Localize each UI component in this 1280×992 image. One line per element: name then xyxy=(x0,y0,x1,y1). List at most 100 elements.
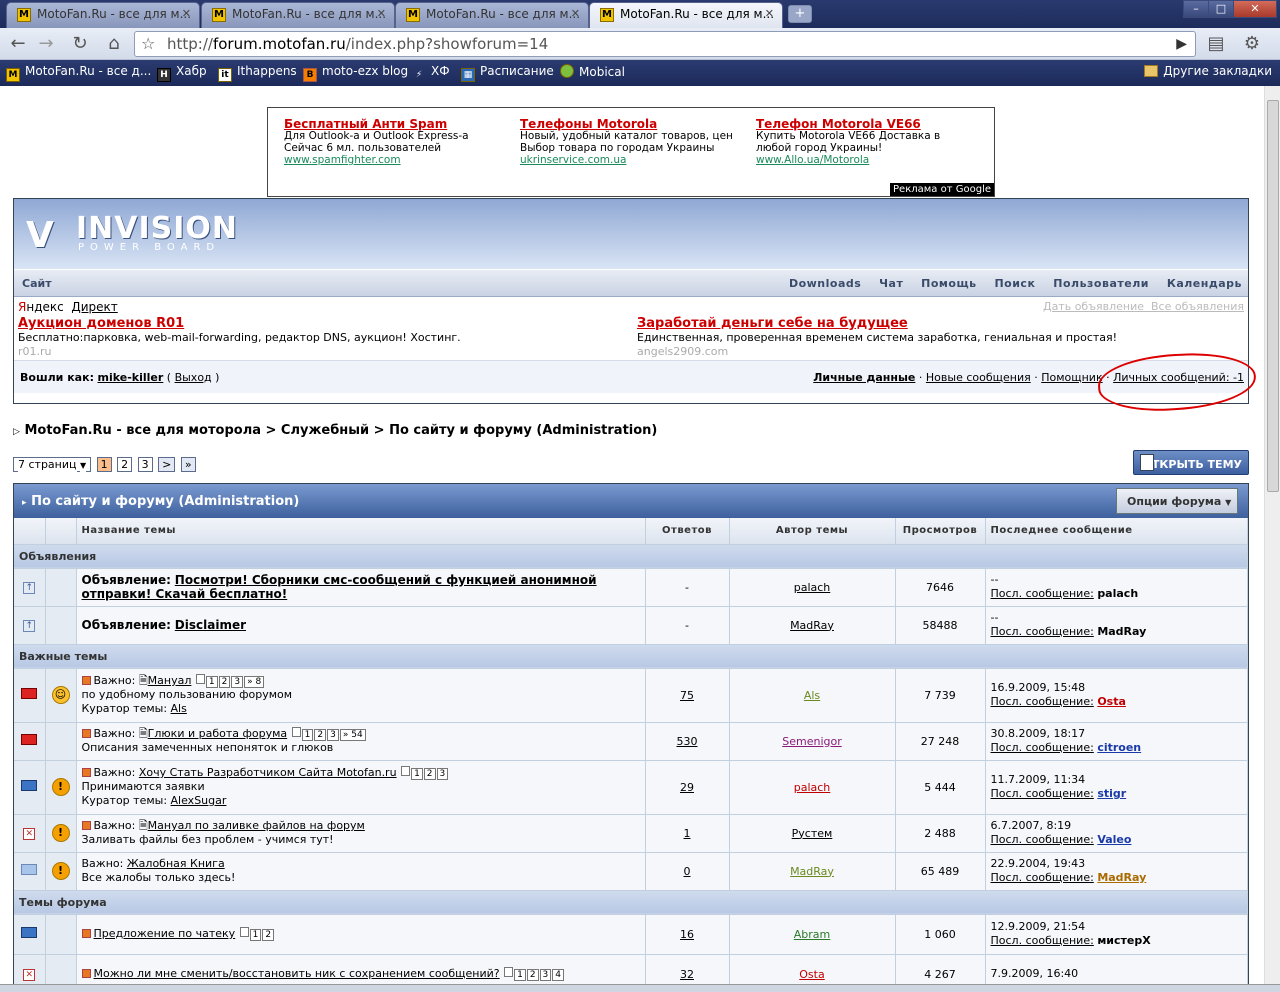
close-tab-icon[interactable]: ✕ xyxy=(571,7,580,20)
minimize-button[interactable]: – xyxy=(1183,0,1209,18)
breadcrumb[interactable]: ▷ MotoFan.Ru - все для моторола > Служеб… xyxy=(13,423,657,438)
browser-tab[interactable]: M MotoFan.Ru - все для м... ✕ xyxy=(395,2,589,28)
author-link[interactable]: MadRay xyxy=(790,619,834,632)
replies-link[interactable]: 75 xyxy=(680,689,694,702)
author-link[interactable]: Semenigor xyxy=(782,735,842,748)
forward-arrow-icon[interactable]: → xyxy=(34,32,58,56)
bookmark-item[interactable]: M MotoFan.Ru - все д... xyxy=(6,64,151,82)
replies-link[interactable]: 32 xyxy=(680,968,694,981)
curator-link[interactable]: Als xyxy=(171,702,187,715)
other-bookmarks[interactable]: Другие закладки xyxy=(1144,64,1272,78)
browser-tab-active[interactable]: M MotoFan.Ru - все для м... ✕ xyxy=(589,2,783,28)
close-window-button[interactable]: ✕ xyxy=(1233,0,1277,18)
page-jump-dropdown[interactable]: 7 страниц ▼ xyxy=(13,457,92,474)
wrench-icon[interactable]: ⚙ xyxy=(1240,32,1264,56)
back-arrow-icon[interactable]: ← xyxy=(6,32,30,56)
page-menu-icon[interactable]: ▤ xyxy=(1204,32,1228,56)
username-link[interactable]: mike-killer xyxy=(97,371,163,384)
topic-link[interactable]: Мануал по заливке файлов на форум xyxy=(148,819,365,832)
browser-tab[interactable]: M MotoFan.Ru - все для м... ✕ xyxy=(201,2,395,28)
col-topic-title[interactable]: Название темы xyxy=(76,518,646,545)
author-link[interactable]: Abram xyxy=(794,928,831,941)
replies-link[interactable]: 16 xyxy=(680,928,694,941)
menu-downloads[interactable]: Downloads xyxy=(789,277,861,290)
browser-tab[interactable]: M MotoFan.Ru - все для м... ✕ xyxy=(6,2,200,28)
close-tab-icon[interactable]: ✕ xyxy=(765,7,774,20)
author-link[interactable]: Osta xyxy=(799,968,824,981)
topic-link[interactable]: Мануал xyxy=(148,674,192,687)
close-tab-icon[interactable]: ✕ xyxy=(377,7,386,20)
reload-icon[interactable]: ↻ xyxy=(68,32,92,56)
yandex-ad-item[interactable]: Аукцион доменов R01 Бесплатно:парковка, … xyxy=(18,317,618,359)
bookmark-item[interactable]: H Хабр xyxy=(157,64,207,82)
curator-link[interactable]: AlexSugar xyxy=(171,794,227,807)
assistant-link[interactable]: Помощник xyxy=(1041,371,1102,384)
author-link[interactable]: Als xyxy=(804,689,820,702)
ad-item[interactable]: Телефон Motorola VE66 Купить Motorola VE… xyxy=(756,118,984,166)
yandex-ad-item[interactable]: Заработай деньги себе на будущее Единств… xyxy=(637,317,1237,359)
page-link[interactable]: 2 xyxy=(117,457,133,472)
last-poster-link[interactable]: Valeo xyxy=(1097,833,1131,846)
give-ad-link[interactable]: Дать объявление xyxy=(1043,300,1144,313)
ad-item[interactable]: Бесплатный Анти Spam Для Outlook-а и Out… xyxy=(284,118,512,166)
last-poster-link[interactable]: Osta xyxy=(1097,695,1126,708)
invision-logo[interactable]: V INVISION POWER BOARD xyxy=(14,199,1248,269)
bookmark-item[interactable]: Bmoto-ezx blog xyxy=(303,64,408,82)
topic-link[interactable]: Жалобная Книга xyxy=(127,857,225,870)
author-link[interactable]: Рустем xyxy=(792,827,833,840)
scrollbar-thumb[interactable] xyxy=(1267,100,1279,492)
page-link[interactable]: 3 xyxy=(137,457,153,472)
ads-by-google-badge[interactable]: Реклама от Google xyxy=(890,183,994,196)
go-arrow-icon[interactable]: ▶ xyxy=(1176,32,1187,56)
last-poster-link[interactable]: citroen xyxy=(1097,741,1141,754)
last-poster-link[interactable]: stigr xyxy=(1097,787,1126,800)
replies-link[interactable]: 530 xyxy=(677,735,698,748)
col-author[interactable]: Автор темы xyxy=(729,518,896,545)
my-controls-link[interactable]: Личные данные xyxy=(813,371,915,384)
address-bar[interactable]: ☆ http://forum.motofan.ru/index.php?show… xyxy=(134,31,1196,57)
replies-link[interactable]: 1 xyxy=(684,827,691,840)
ad-item[interactable]: Телефоны Motorola Новый, удобный каталог… xyxy=(520,118,748,166)
topic-link[interactable]: Disclaimer xyxy=(175,618,246,632)
menu-help[interactable]: Помощь xyxy=(921,277,976,290)
logout-link[interactable]: Выход xyxy=(175,371,212,384)
menu-calendar[interactable]: Календарь xyxy=(1167,277,1242,290)
bookmark-item[interactable]: Mobical xyxy=(560,64,625,79)
new-topic-button[interactable]: ОТКРЫТЬ ТЕМУ xyxy=(1133,450,1249,475)
collapse-arrow-icon[interactable]: ▸ xyxy=(22,498,27,508)
all-ads-link[interactable]: Все объявления xyxy=(1151,300,1244,313)
menu-search[interactable]: Поиск xyxy=(994,277,1035,290)
forum-options-button[interactable]: Опции форума ▼ xyxy=(1116,488,1238,514)
page-next[interactable]: > xyxy=(158,457,176,472)
col-views[interactable]: Просмотров xyxy=(895,518,986,545)
yandex-direct-label[interactable]: Яндекс Директ xyxy=(18,300,118,314)
menu-site[interactable]: Сайт xyxy=(22,277,52,290)
menu-members[interactable]: Пользователи xyxy=(1053,277,1149,290)
new-posts-link[interactable]: Новые сообщения xyxy=(926,371,1031,384)
bookmark-item[interactable]: it Ithappens xyxy=(218,64,297,82)
home-icon[interactable]: ⌂ xyxy=(102,32,126,56)
topic-link[interactable]: Хочу Стать Разработчиком Сайта Motofan.r… xyxy=(139,766,397,779)
maximize-button[interactable]: □ xyxy=(1208,0,1234,18)
topic-link[interactable]: Можно ли мне сменить/восстановить ник с … xyxy=(94,967,500,980)
vertical-scrollbar[interactable] xyxy=(1264,86,1280,992)
author-link[interactable]: palach xyxy=(794,581,831,594)
author-link[interactable]: MadRay xyxy=(790,865,834,878)
bookmark-item[interactable]: ▦ Расписание xyxy=(461,64,554,82)
close-tab-icon[interactable]: ✕ xyxy=(182,7,191,20)
bookmark-star-icon[interactable]: ☆ xyxy=(141,32,155,56)
last-poster-link[interactable]: MadRay xyxy=(1097,871,1146,884)
topic-link[interactable]: Предложение по чатеку xyxy=(94,927,236,940)
bookmark-item[interactable]: ⚡ ХФ xyxy=(412,64,450,83)
last-poster-link[interactable]: palach xyxy=(1097,587,1138,600)
col-replies[interactable]: Ответов xyxy=(645,518,730,545)
replies-link[interactable]: 29 xyxy=(680,781,694,794)
col-last-post[interactable]: Последнее сообщение xyxy=(985,518,1248,545)
replies-link[interactable]: 0 xyxy=(684,865,691,878)
page-last[interactable]: » xyxy=(180,457,196,472)
author-link[interactable]: palach xyxy=(794,781,831,794)
last-poster-link[interactable]: MadRay xyxy=(1097,625,1146,638)
last-poster-link[interactable]: мистерX xyxy=(1097,934,1150,947)
menu-chat[interactable]: Чат xyxy=(879,277,903,290)
new-tab-button[interactable]: + xyxy=(788,5,812,23)
